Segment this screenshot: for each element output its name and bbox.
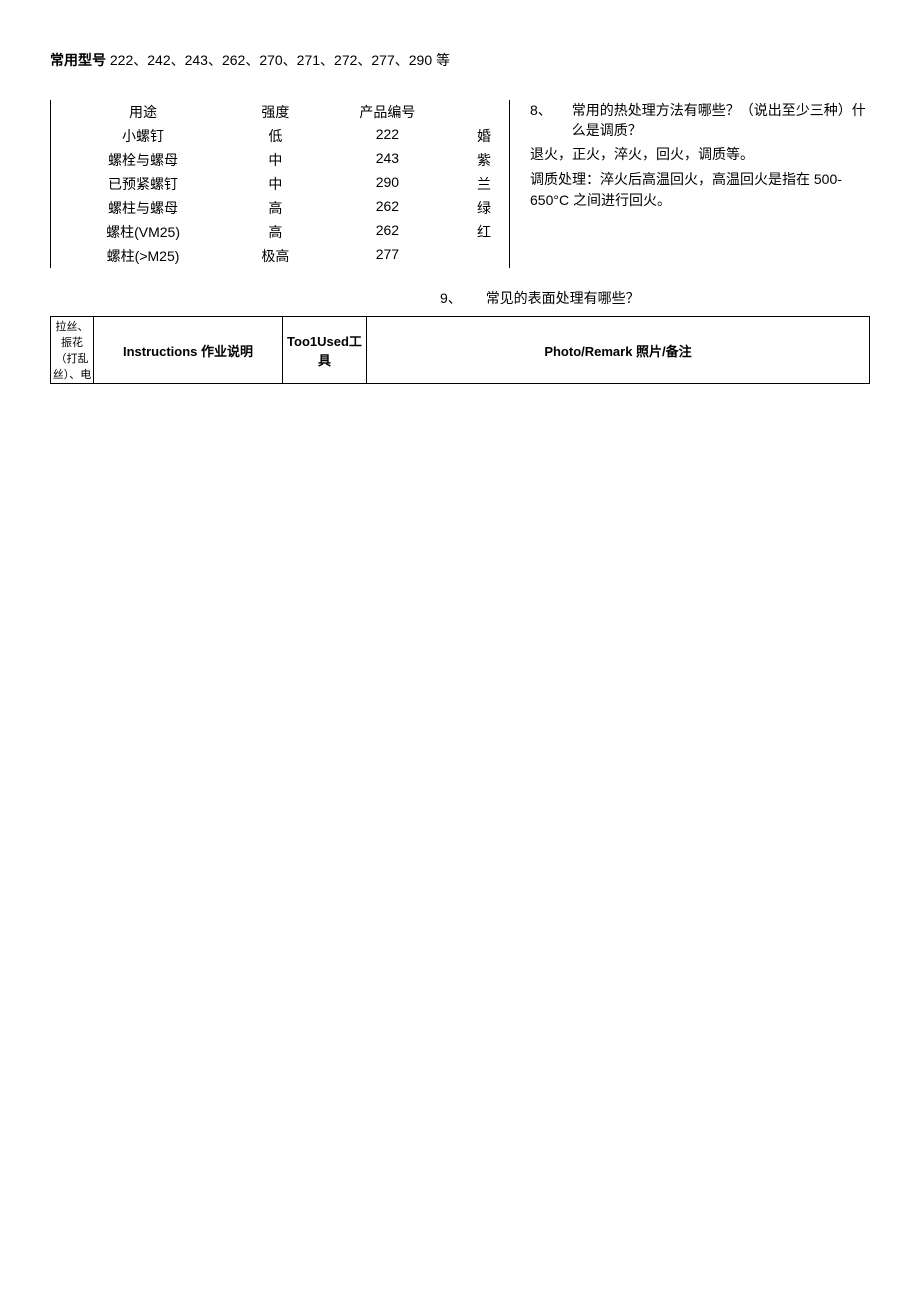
cell-strength: 高 (235, 220, 316, 244)
cell-color: 红 (459, 220, 509, 244)
cell-strength: 中 (235, 172, 316, 196)
cell-strength: 低 (235, 124, 316, 148)
table-row: 已预紧螺钉 中 290 兰 (51, 172, 510, 196)
cell-strength: 中 (235, 148, 316, 172)
cell-usage: 小螺钉 (51, 124, 236, 148)
cell-strength: 极高 (235, 244, 316, 268)
q8-header: 8、 常用的热处理方法有哪些？（说出至少三种）什么是调质？ (530, 100, 870, 140)
q9-section: 9、 常见的表面处理有哪些？ (440, 288, 870, 308)
left-column: 用途 强度 产品编号 小螺钉 低 222 婚 螺栓与螺母 中 243 紫 已预紧… (50, 100, 510, 268)
cell-color: 兰 (459, 172, 509, 196)
bottom-table-row: 拉丝、振花（打乱丝）、电 Instructions 作业说明 Too1Used工… (51, 317, 870, 384)
cell-product: 277 (316, 244, 459, 268)
cell-product: 290 (316, 172, 459, 196)
table-row: 螺栓与螺母 中 243 紫 (51, 148, 510, 172)
table-row: 螺柱(VM25) 高 262 红 (51, 220, 510, 244)
bottom-table: 拉丝、振花（打乱丝）、电 Instructions 作业说明 Too1Used工… (50, 316, 870, 384)
q8-answer2: 调质处理：淬火后高温回火，高温回火是指在 500-650°C 之间进行回火。 (530, 169, 870, 211)
header-usage: 用途 (51, 100, 236, 124)
q9-number: 9、 (440, 290, 462, 306)
cell-usage: 螺栓与螺母 (51, 148, 236, 172)
title-line: 常用型号 222、242、243、262、270、271、272、277、290… (50, 50, 870, 70)
cell-color (459, 244, 509, 268)
cell-usage: 已预紧螺钉 (51, 172, 236, 196)
bottom-col1: 拉丝、振花（打乱丝）、电 (51, 317, 94, 384)
cell-product: 222 (316, 124, 459, 148)
main-content: 用途 强度 产品编号 小螺钉 低 222 婚 螺栓与螺母 中 243 紫 已预紧… (50, 100, 870, 268)
right-column: 8、 常用的热处理方法有哪些？（说出至少三种）什么是调质？ 退火，正火，淬火，回… (530, 100, 870, 268)
cell-product: 262 (316, 220, 459, 244)
cell-color: 绿 (459, 196, 509, 220)
header-color (459, 100, 509, 124)
model-table: 用途 强度 产品编号 小螺钉 低 222 婚 螺栓与螺母 中 243 紫 已预紧… (50, 100, 510, 268)
table-header-row: 用途 强度 产品编号 (51, 100, 510, 124)
q8-number: 8、 (530, 100, 552, 140)
q8-question: 常用的热处理方法有哪些？（说出至少三种）什么是调质？ (572, 100, 870, 140)
cell-usage: 螺柱(VM25) (51, 220, 236, 244)
cell-product: 243 (316, 148, 459, 172)
cell-usage: 螺柱(>M25) (51, 244, 236, 268)
q8-answer1: 退火，正火，淬火，回火，调质等。 (530, 144, 870, 165)
bottom-col2: Instructions 作业说明 (94, 317, 283, 384)
title-models: 222、242、243、262、270、271、272、277、290 等 (110, 52, 450, 68)
header-product-num: 产品编号 (316, 100, 459, 124)
bottom-col4: Photo/Remark 照片/备注 (367, 317, 870, 384)
table-row: 螺柱与螺母 高 262 绿 (51, 196, 510, 220)
cell-color: 婚 (459, 124, 509, 148)
title-bold: 常用型号 (50, 52, 106, 68)
header-strength: 强度 (235, 100, 316, 124)
cell-product: 262 (316, 196, 459, 220)
cell-strength: 高 (235, 196, 316, 220)
cell-usage: 螺柱与螺母 (51, 196, 236, 220)
bottom-col3: Too1Used工具 (283, 317, 367, 384)
table-row: 螺柱(>M25) 极高 277 (51, 244, 510, 268)
cell-color: 紫 (459, 148, 509, 172)
q9-question: 常见的表面处理有哪些？ (486, 290, 640, 306)
table-row: 小螺钉 低 222 婚 (51, 124, 510, 148)
